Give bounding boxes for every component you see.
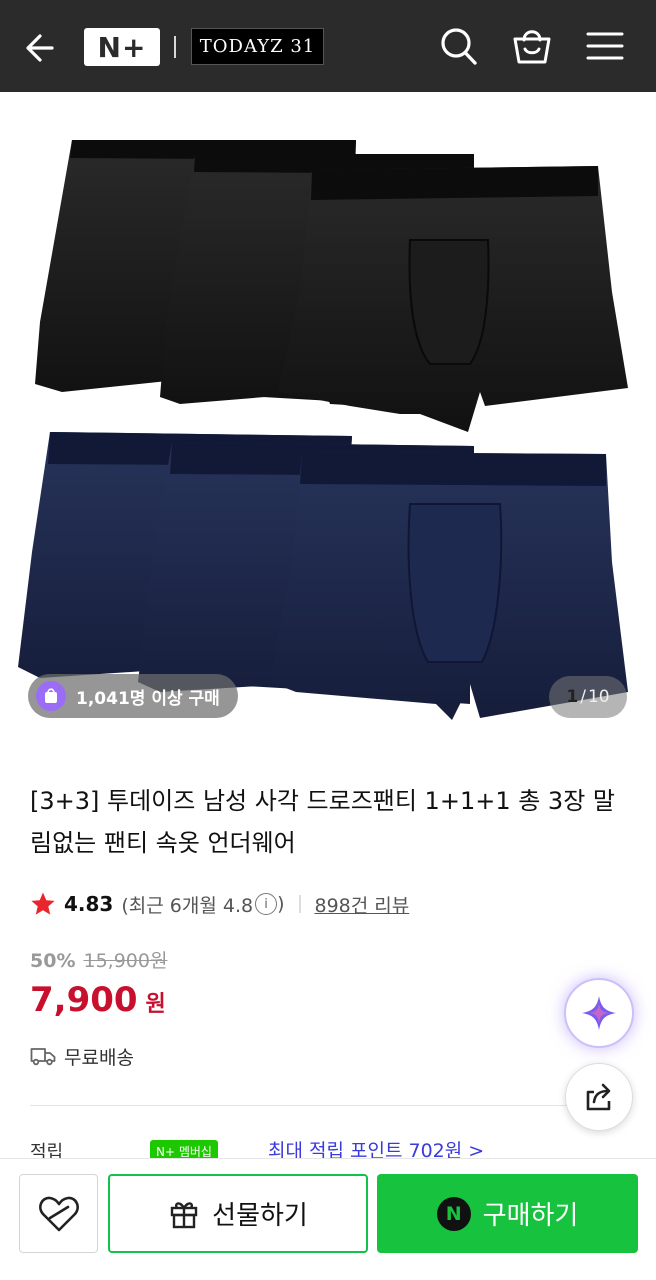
share-button[interactable]: [565, 1063, 633, 1131]
heart-icon: [38, 1196, 79, 1231]
black-brief-3: [278, 166, 628, 432]
original-price: 15,900원: [83, 950, 168, 972]
review-count-link[interactable]: 898건 리뷰: [315, 891, 410, 918]
info-icon[interactable]: i: [255, 893, 278, 915]
brand-logo[interactable]: TODAYZ 31: [191, 28, 324, 65]
recent-rating-text: (최근 6개월 4.8: [121, 894, 254, 917]
back-arrow-icon: [26, 34, 54, 62]
back-button[interactable]: [22, 28, 62, 68]
gift-icon: [170, 1201, 198, 1228]
discount-row: 50% 15,900원: [30, 946, 167, 973]
shipping-info: 무료배송: [30, 1040, 134, 1072]
star-icon: [31, 892, 55, 915]
menu-button[interactable]: [584, 24, 626, 68]
gift-button[interactable]: 선물하기: [108, 1174, 368, 1253]
ai-sparkle-icon: [582, 996, 616, 1030]
buy-button-label: 구매하기: [482, 1201, 579, 1231]
hamburger-menu-icon: [586, 32, 624, 60]
rating-row: 4.83 (최근 6개월 4.8 i ) 898건 리뷰: [30, 886, 409, 922]
image-counter-current: 1: [566, 687, 579, 707]
nplus-logo[interactable]: N+: [84, 28, 160, 66]
recent-rating[interactable]: (최근 6개월 4.8 i ): [121, 891, 285, 918]
rating-divider: [298, 895, 301, 913]
image-counter-total: 10: [587, 687, 610, 707]
section-divider: [30, 1105, 590, 1106]
buy-button[interactable]: N 구매하기: [377, 1174, 638, 1253]
rating-value: 4.83: [64, 892, 114, 916]
npay-icon: N: [436, 1196, 471, 1231]
shipping-text: 무료배송: [64, 1046, 134, 1069]
purchase-count-text: 1,041명 이상 구매: [76, 688, 220, 709]
image-counter-separator: /: [580, 687, 586, 707]
shopping-bag-icon: [513, 30, 551, 64]
image-counter: 1 / 10: [549, 676, 627, 718]
shopping-bag-icon: [36, 681, 66, 711]
product-photo: [18, 140, 628, 720]
share-icon: [586, 1083, 611, 1111]
top-header: N+ TODAYZ 31: [0, 0, 656, 92]
product-title: [3+3] 투데이즈 남성 사각 드로즈팬티 1+1+1 총 3장 말림없는 팬…: [30, 787, 615, 857]
sale-price: 7,900: [30, 980, 138, 1020]
product-image[interactable]: [0, 92, 656, 740]
wishlist-button[interactable]: [19, 1174, 98, 1253]
recent-rating-close: ): [277, 893, 285, 915]
price-unit: 원: [145, 992, 166, 1017]
purchase-count-badge: 1,041명 이상 구매: [28, 674, 238, 718]
truck-icon: [30, 1048, 56, 1066]
search-icon: [441, 28, 477, 65]
cart-button[interactable]: [511, 24, 553, 68]
price-row: 7,900 원: [30, 980, 166, 1020]
discount-rate: 50%: [30, 950, 76, 972]
bottom-action-bar: 선물하기 N 구매하기: [0, 1158, 656, 1280]
ai-assistant-button[interactable]: [564, 978, 634, 1048]
header-divider: [174, 36, 176, 58]
search-button[interactable]: [438, 24, 480, 68]
gift-button-label: 선물하기: [212, 1201, 308, 1231]
